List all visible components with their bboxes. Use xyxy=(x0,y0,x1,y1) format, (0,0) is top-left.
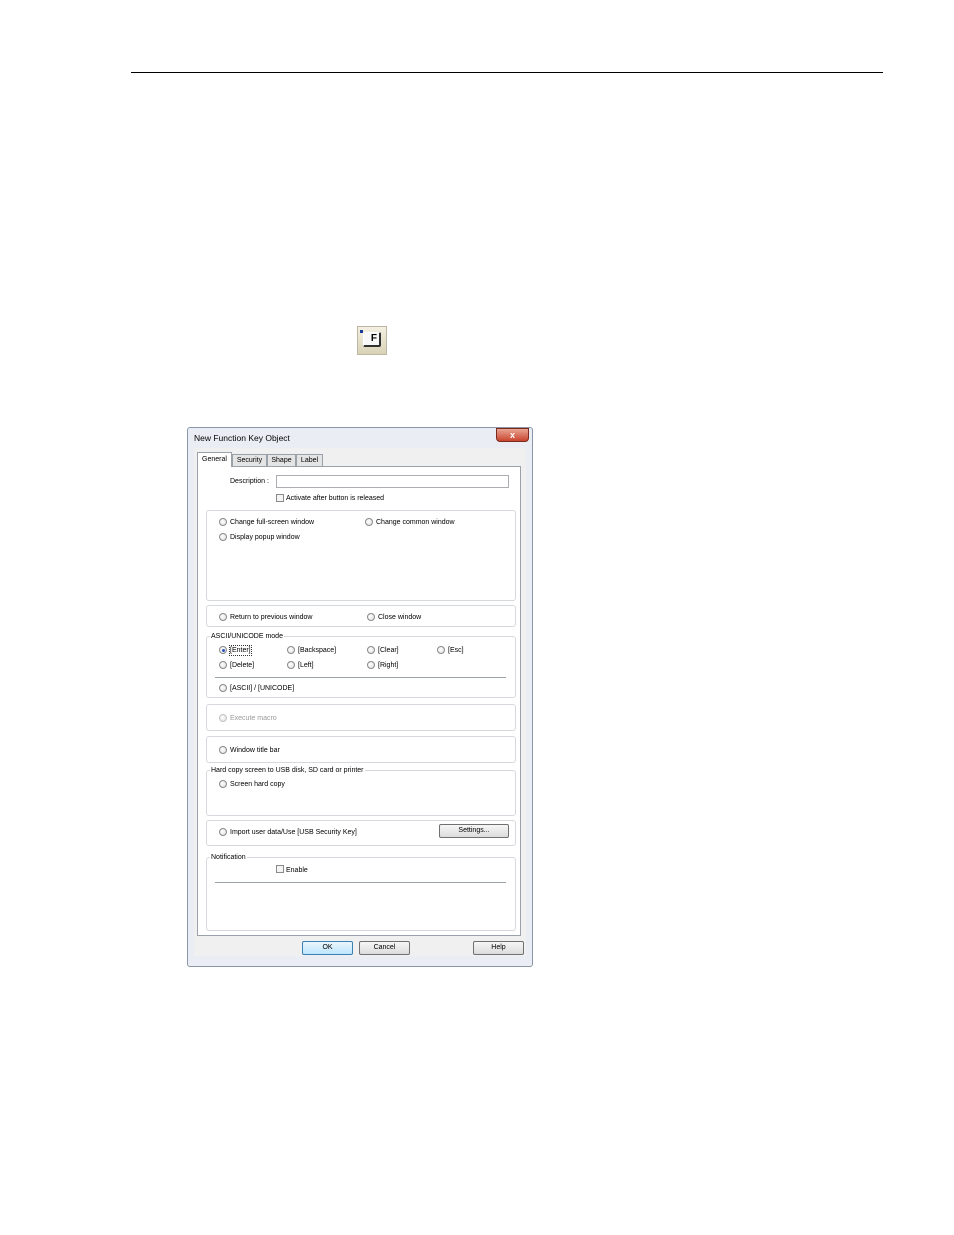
backspace-key-radio[interactable] xyxy=(287,646,295,654)
delete-key-radio[interactable] xyxy=(219,661,227,669)
help-button[interactable]: Help xyxy=(473,941,524,955)
description-input[interactable] xyxy=(276,475,509,488)
display-popup-radio[interactable] xyxy=(219,533,227,541)
notification-separator xyxy=(215,882,506,883)
enter-key-radio[interactable] xyxy=(219,646,227,654)
close-window-label: Close window xyxy=(378,614,422,621)
close-window-radio[interactable] xyxy=(367,613,375,621)
left-key-radio[interactable] xyxy=(287,661,295,669)
tab-shape[interactable]: Shape xyxy=(267,454,296,466)
screen-hard-copy-label: Screen hard copy xyxy=(230,781,285,788)
delete-key-label: [Delete] xyxy=(230,662,255,669)
clear-key-radio[interactable] xyxy=(367,646,375,654)
function-key-dialog: New Function Key Object x General Securi… xyxy=(187,427,533,967)
change-fullscreen-label: Change full-screen window xyxy=(230,519,315,526)
execute-macro-label: Execute macro xyxy=(230,715,277,722)
execute-macro-radio[interactable] xyxy=(219,714,227,722)
hard-copy-group-label: Hard copy screen to USB disk, SD card or… xyxy=(210,766,365,775)
display-popup-label: Display popup window xyxy=(230,534,300,541)
cancel-button[interactable]: Cancel xyxy=(359,941,410,955)
ascii-unicode-radio[interactable] xyxy=(219,684,227,692)
backspace-key-label: [Backspace] xyxy=(298,647,337,654)
window-title-bar-radio[interactable] xyxy=(219,746,227,754)
close-button[interactable]: x xyxy=(496,428,529,442)
function-key-toolbar-icon: F xyxy=(357,326,387,355)
right-key-radio[interactable] xyxy=(367,661,375,669)
function-key-glyph: F xyxy=(363,332,381,347)
return-previous-radio[interactable] xyxy=(219,613,227,621)
notification-enable-label: Enable xyxy=(286,867,308,874)
ascii-unicode-group-label: ASCII/UNICODE mode xyxy=(210,632,284,641)
right-key-label: [Right] xyxy=(378,662,399,669)
import-user-data-label: Import user data/Use [USB Security Key] xyxy=(230,829,357,836)
change-common-radio[interactable] xyxy=(365,518,373,526)
clear-key-label: [Clear] xyxy=(378,647,399,654)
tab-general[interactable]: General xyxy=(197,452,232,467)
notification-group-label: Notification xyxy=(210,853,247,862)
dialog-titlebar: New Function Key Object x xyxy=(188,428,532,448)
general-tab-panel: Description : Activate after button is r… xyxy=(197,466,521,936)
enter-key-label: [Enter] xyxy=(229,645,252,656)
description-label: Description : xyxy=(230,478,269,485)
notification-group xyxy=(206,857,516,931)
ascii-unicode-label: [ASCII] / [UNICODE] xyxy=(230,685,295,692)
dialog-title: New Function Key Object xyxy=(194,433,290,443)
tab-label[interactable]: Label xyxy=(296,454,323,466)
close-icon: x xyxy=(509,430,515,440)
screen-hard-copy-radio[interactable] xyxy=(219,780,227,788)
function-key-dot xyxy=(360,330,363,333)
esc-key-radio[interactable] xyxy=(437,646,445,654)
tab-security[interactable]: Security xyxy=(232,454,267,466)
import-user-data-radio[interactable] xyxy=(219,828,227,836)
activate-after-release-checkbox[interactable] xyxy=(276,494,284,502)
notification-enable-checkbox[interactable] xyxy=(276,865,284,873)
activate-after-release-label: Activate after button is released xyxy=(286,495,385,502)
page-header-rule xyxy=(131,72,883,73)
esc-key-label: [Esc] xyxy=(448,647,464,654)
return-previous-label: Return to previous window xyxy=(230,614,313,621)
dialog-client-area: General Security Shape Label Description… xyxy=(194,448,526,956)
ascii-separator xyxy=(215,677,506,678)
window-title-bar-label: Window title bar xyxy=(230,747,280,754)
left-key-label: [Left] xyxy=(298,662,314,669)
settings-button[interactable]: Settings... xyxy=(439,824,509,838)
change-fullscreen-radio[interactable] xyxy=(219,518,227,526)
ok-button[interactable]: OK xyxy=(302,941,353,955)
change-common-label: Change common window xyxy=(376,519,455,526)
hard-copy-group xyxy=(206,770,516,816)
